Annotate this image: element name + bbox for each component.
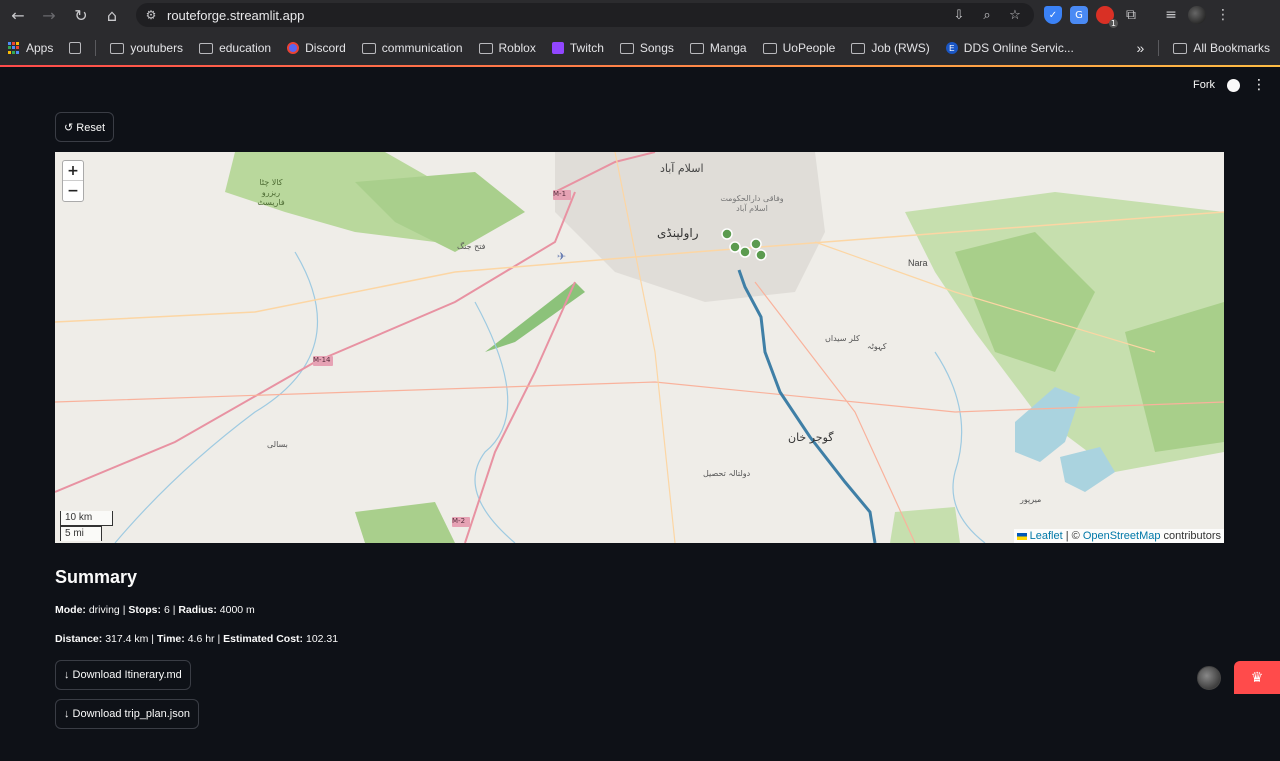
- extension-badge-count: 1: [1108, 19, 1118, 28]
- bookmark-education[interactable]: education: [199, 41, 271, 55]
- discord-icon: [287, 42, 300, 54]
- scale-mi: 5 mi: [60, 526, 102, 541]
- folder-icon: [110, 42, 125, 54]
- address-bar[interactable]: ⚙ routeforge.streamlit.app ⇩ ⌕ ☆: [136, 3, 1034, 27]
- bookmark-twitch[interactable]: Twitch: [551, 41, 604, 55]
- map-tiles: ✈: [55, 152, 1224, 543]
- bookmark-dds[interactable]: E DDS Online Servic...: [945, 41, 1074, 55]
- reload-icon[interactable]: ↻: [69, 3, 93, 27]
- daultala-label: دولتالہ تحصیل: [703, 469, 751, 478]
- extension-badge-icon[interactable]: 1: [1096, 6, 1118, 28]
- app-header-actions: Fork ⋮: [1193, 77, 1266, 93]
- shield-extension-icon[interactable]: ✓: [1044, 6, 1062, 24]
- forest-label: کالا چٹا ریزرو فاریسٹ: [257, 178, 285, 207]
- bookmark-apps[interactable]: Apps: [8, 41, 53, 55]
- folder-icon: [199, 42, 214, 54]
- reading-list-icon[interactable]: ≡: [1162, 6, 1180, 24]
- zoom-out-button[interactable]: −: [63, 181, 83, 201]
- folder-icon: [762, 42, 777, 54]
- summary-heading: Summary: [55, 567, 138, 587]
- zoom-in-button[interactable]: +: [63, 161, 83, 181]
- bookmark-star-icon[interactable]: ☆: [1004, 8, 1026, 23]
- rawalpindi-label: راولپنڈی: [657, 226, 699, 240]
- primary-road: [754, 281, 916, 543]
- kallar-label: کلر سیداں: [825, 334, 860, 343]
- site-info-icon[interactable]: ⚙: [142, 6, 160, 24]
- m14-label: M-14: [313, 356, 331, 364]
- dds-icon: E: [945, 42, 958, 54]
- extensions-puzzle-icon[interactable]: ⧉: [1122, 6, 1140, 24]
- install-app-icon[interactable]: ⇩: [948, 8, 970, 23]
- gujar-khan-label: گوجر خان: [788, 431, 834, 444]
- viewer-avatar[interactable]: [1197, 666, 1221, 690]
- bookmark-separator: [1158, 40, 1160, 56]
- fateh-jang-label: فتح جنگ: [457, 242, 486, 251]
- fork-button[interactable]: Fork: [1193, 79, 1215, 91]
- forward-icon[interactable]: →: [37, 3, 61, 27]
- map-scale: 10 km 5 mi: [60, 511, 113, 541]
- folder-icon: [1173, 42, 1188, 54]
- summary-distance-line: Distance: 317.4 km | Time: 4.6 hr | Esti…: [55, 633, 339, 645]
- more-bookmarks-icon[interactable]: »: [1137, 40, 1145, 56]
- bookmark-manga[interactable]: Manga: [689, 41, 747, 55]
- bookmark-songs[interactable]: Songs: [619, 41, 674, 55]
- capital-territory-label: وفاقی دارالحکومت اسلام آباد: [720, 194, 784, 213]
- download-json-button[interactable]: ↓ Download trip_plan.json: [55, 699, 199, 729]
- route-map[interactable]: ✈ M-1 M-14 M-2 اسلام آباد راولپنڈی گوجر …: [55, 152, 1224, 543]
- back-icon[interactable]: ←: [6, 3, 30, 27]
- bookmark-youtubers[interactable]: youtubers: [110, 41, 183, 55]
- streamlit-crown-button[interactable]: ♛: [1234, 661, 1280, 694]
- folder-icon: [689, 42, 704, 54]
- zoom-icon[interactable]: ⌕: [976, 8, 998, 23]
- github-icon[interactable]: [1227, 78, 1240, 92]
- m2-label: M-2: [452, 517, 466, 525]
- attribution-separator: | ©: [1062, 530, 1083, 542]
- forest-area: [355, 502, 455, 543]
- home-icon[interactable]: ⌂: [100, 3, 124, 27]
- islamabad-label: اسلام آباد: [660, 162, 704, 175]
- folder-icon: [851, 42, 866, 54]
- url-text[interactable]: routeforge.streamlit.app: [167, 8, 304, 23]
- tab-groups-icon[interactable]: [69, 42, 82, 54]
- bookmarks-bar: Apps youtubers education Discord communi…: [0, 30, 1280, 66]
- bookmark-communication[interactable]: communication: [361, 41, 463, 55]
- bookmark-roblox[interactable]: Roblox: [478, 41, 536, 55]
- openstreetmap-link[interactable]: OpenStreetMap: [1083, 530, 1161, 542]
- folder-icon: [478, 42, 493, 54]
- browser-menu-icon[interactable]: ⋮: [1214, 6, 1232, 24]
- mirpur-label: میرپور: [1020, 495, 1042, 504]
- route-line: [737, 269, 877, 543]
- profile-avatar[interactable]: [1188, 6, 1206, 24]
- bookmark-discord[interactable]: Discord: [287, 41, 346, 55]
- download-itinerary-button[interactable]: ↓ Download Itinerary.md: [55, 660, 191, 690]
- reset-button[interactable]: ↺ Reset: [55, 112, 115, 142]
- ukraine-flag-icon: [1016, 532, 1027, 540]
- bookmark-job-rws[interactable]: Job (RWS): [851, 41, 930, 55]
- apps-grid-icon: [8, 42, 20, 54]
- bookmark-uopeople[interactable]: UoPeople: [762, 41, 835, 55]
- airport-icon: ✈: [557, 250, 566, 263]
- nara-label: Nara: [908, 258, 928, 268]
- browser-toolbar: ← → ↻ ⌂ ⚙ routeforge.streamlit.app ⇩ ⌕ ☆…: [0, 0, 1280, 30]
- basali-label: بسالی: [267, 440, 288, 449]
- all-bookmarks[interactable]: All Bookmarks: [1173, 41, 1270, 55]
- translate-extension-icon[interactable]: G: [1070, 6, 1088, 24]
- river: [114, 251, 318, 543]
- m1-label: M-1: [553, 190, 567, 198]
- kahuta-label: کہوٹہ: [867, 342, 887, 351]
- app-container: Fork ⋮ ↺ Reset ✈ M-1 M-14 M-2 اسلام آباد…: [0, 67, 1280, 761]
- bookmark-separator: [95, 40, 97, 56]
- leaflet-link[interactable]: Leaflet: [1030, 530, 1063, 542]
- attribution-contributors: contributors: [1160, 530, 1221, 542]
- scale-km: 10 km: [60, 511, 113, 526]
- folder-icon: [619, 42, 634, 54]
- summary-mode-line: Mode: driving | Stops: 6 | Radius: 4000 …: [55, 604, 255, 616]
- folder-icon: [361, 42, 376, 54]
- app-menu-icon[interactable]: ⋮: [1252, 77, 1266, 93]
- twitch-icon: [551, 42, 564, 54]
- map-attribution: Leaflet | © OpenStreetMap contributors: [1013, 529, 1224, 543]
- map-zoom-control: + −: [62, 160, 84, 202]
